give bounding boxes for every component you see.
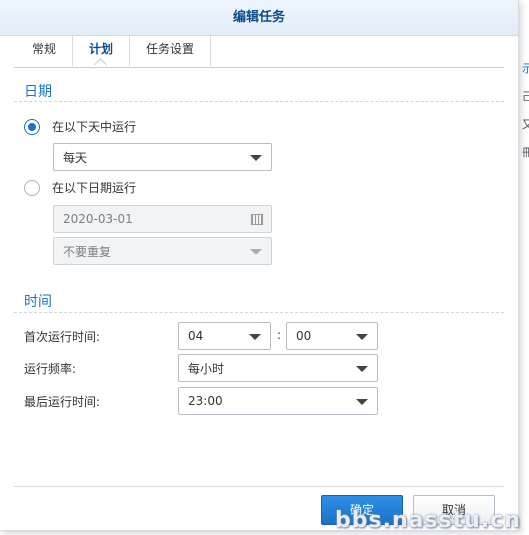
chevron-down-icon (250, 249, 262, 255)
time-separator: : (277, 328, 282, 342)
chevron-down-icon (249, 334, 261, 340)
edit-task-dialog: 编辑任务 常规 计划 任务设置 日期 在以下天中运行 每天 在以下日期运行 20… (0, 0, 519, 531)
date-value: 2020-03-01 (63, 212, 133, 226)
frequency-select[interactable]: 每小时 (178, 354, 378, 382)
minute-select[interactable]: 00 (286, 322, 378, 350)
chevron-down-icon (356, 366, 368, 372)
chevron-down-icon (250, 155, 262, 161)
radio-button-checked[interactable] (24, 118, 40, 135)
chevron-down-icon (356, 399, 368, 405)
background-glyph: 示 (522, 62, 529, 75)
section-divider (14, 101, 504, 102)
tab-schedule[interactable]: 计划 (73, 36, 131, 66)
tab-divider (14, 67, 504, 68)
background-glyph: 又 (522, 118, 529, 131)
date-input[interactable]: 2020-03-01 (53, 205, 272, 233)
calendar-icon[interactable] (251, 214, 263, 225)
last-run-select[interactable]: 23:00 (178, 387, 378, 415)
repeat-select[interactable]: 不要重复 (53, 237, 272, 265)
select-value: 04 (188, 329, 204, 343)
select-value: 23:00 (188, 394, 223, 408)
time-section-title: 时间 (24, 294, 52, 310)
tab-bar: 常规 计划 任务设置 (16, 36, 212, 68)
dialog-title: 编辑任务 (0, 0, 518, 36)
select-value: 不要重复 (63, 244, 112, 259)
section-divider (14, 312, 504, 313)
radio-run-on-days[interactable]: 在以下天中运行 (24, 118, 136, 135)
background-glyph: 冊 (522, 146, 529, 159)
watermark: bbs.nasstu.cn (335, 508, 521, 533)
radio-label: 在以下天中运行 (52, 120, 137, 134)
tab-general[interactable]: 常规 (16, 36, 74, 66)
tab-task-settings[interactable]: 任务设置 (130, 36, 212, 66)
date-section-title: 日期 (24, 84, 52, 100)
radio-button-unchecked[interactable] (24, 179, 40, 196)
background-glyph: 己 (522, 90, 529, 103)
select-value: 00 (296, 329, 312, 343)
frequency-label: 运行频率: (24, 362, 77, 376)
select-value: 每小时 (188, 361, 225, 376)
radio-run-on-date[interactable]: 在以下日期运行 (24, 179, 136, 196)
last-run-label: 最后运行时间: (24, 395, 101, 409)
daily-select[interactable]: 每天 (53, 143, 272, 171)
hour-select[interactable]: 04 (178, 322, 271, 350)
background-window-strip (520, 0, 529, 535)
first-run-label: 首次运行时间: (24, 330, 101, 344)
select-value: 每天 (63, 150, 88, 165)
radio-label: 在以下日期运行 (52, 181, 137, 195)
footer-divider (14, 486, 504, 487)
chevron-down-icon (356, 334, 368, 340)
